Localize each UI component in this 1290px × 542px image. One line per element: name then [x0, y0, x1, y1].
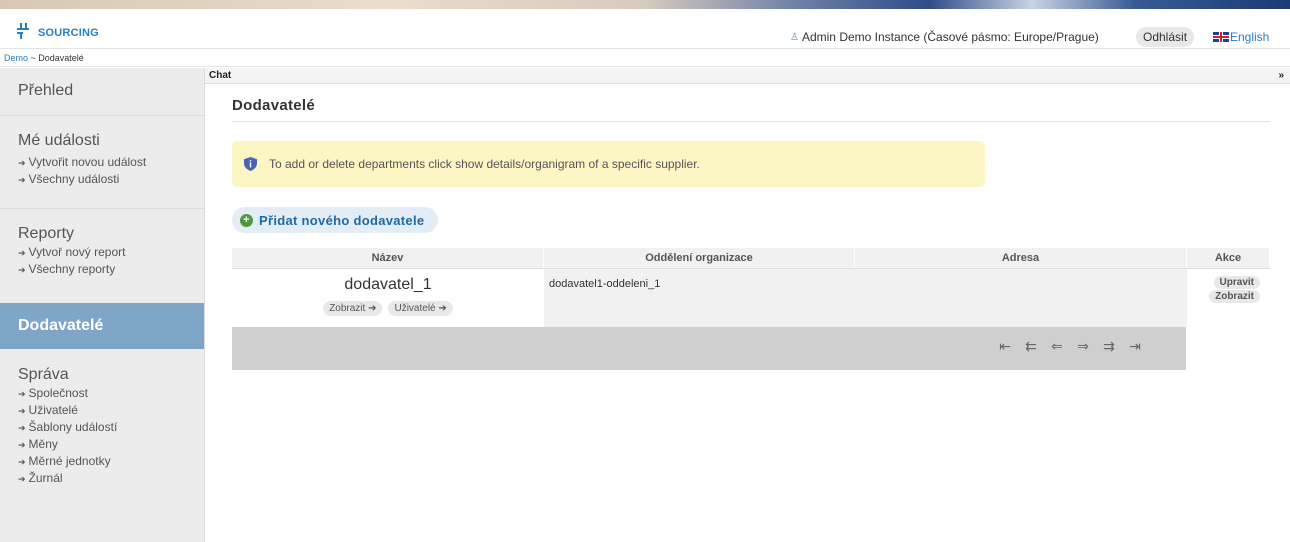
last-page-icon[interactable]: ⇥ [1122, 338, 1148, 355]
edit-button[interactable]: Upravit [1213, 276, 1260, 289]
uk-flag-icon [1213, 32, 1229, 42]
logo-text: SOURCING [38, 27, 99, 39]
arrow-right-icon: ➔ [18, 158, 26, 168]
sidebar-item-company[interactable]: ➔ Společnost [18, 386, 186, 400]
supplier-users-button[interactable]: Uživatelé ➔ [388, 301, 453, 316]
info-message: To add or delete departments click show … [232, 141, 985, 187]
arrow-right-icon: ➔ [18, 423, 26, 433]
user-info: ♙ Admin Demo Instance (Časové pásmo: Eur… [790, 30, 1099, 44]
logo[interactable]: SOURCING [17, 23, 99, 39]
sidebar-item-event-templates[interactable]: ➔ Šablony událostí [18, 420, 186, 434]
arrow-right-icon: ➔ [18, 406, 26, 416]
sidebar-item-all-events[interactable]: ➔ Všechny události [18, 172, 186, 186]
fast-next-icon[interactable]: ⇉ [1096, 338, 1122, 355]
sidebar-section-reports[interactable]: Reporty [18, 225, 186, 243]
page-title: Dodavatelé [232, 97, 316, 114]
sidebar-section-admin[interactable]: Správa [18, 366, 186, 384]
column-header-name[interactable]: Název [232, 248, 544, 268]
suppliers-table: Název Oddělení organizace Adresa Akce do… [232, 248, 1270, 370]
sidebar-item-new-report[interactable]: ➔ Vytvoř nový report [18, 245, 186, 259]
info-message-text: To add or delete departments click show … [269, 157, 700, 171]
cell-department: dodavatel1-oddeleni_1 [544, 269, 855, 327]
supplier-name: dodavatel_1 [344, 276, 432, 293]
breadcrumb-current: Dodavatelé [38, 53, 84, 63]
chat-bar[interactable]: Chat » [205, 68, 1290, 84]
chat-label: Chat [209, 70, 232, 81]
sidebar-item-journal[interactable]: ➔ Žurnál [18, 471, 186, 485]
column-header-actions: Akce [1187, 248, 1270, 268]
prev-page-icon[interactable]: ⇐ [1044, 338, 1070, 355]
shield-icon [244, 157, 257, 171]
top-banner [0, 0, 1290, 9]
arrow-right-icon: ➔ [18, 175, 26, 185]
add-supplier-button[interactable]: + Přidat nového dodavatele [232, 207, 439, 233]
table-header: Název Oddělení organizace Adresa Akce [232, 248, 1270, 269]
language-switch[interactable]: English [1213, 30, 1269, 44]
arrow-right-icon: ➔ [18, 440, 26, 450]
first-page-icon[interactable]: ⇤ [992, 338, 1018, 355]
title-divider [232, 121, 1270, 122]
cell-address [855, 269, 1187, 327]
arrow-right-icon: ➔ [18, 457, 26, 467]
logo-icon [17, 23, 37, 39]
header: SOURCING ♙ Admin Demo Instance (Časové p… [0, 9, 1290, 49]
arrow-right-icon: ➔ [18, 389, 26, 399]
plus-icon: + [240, 213, 253, 227]
next-page-icon[interactable]: ⇒ [1070, 338, 1096, 355]
pager: ⇤ ⇇ ⇐ ⇒ ⇉ ⇥ [232, 327, 1186, 370]
arrow-right-icon: ➔ [438, 303, 447, 314]
arrow-right-icon: ➔ [18, 248, 26, 258]
sidebar-item-new-event[interactable]: ➔ Vytvořit novou událost [18, 155, 186, 169]
sidebar-item-overview[interactable]: Přehled [18, 82, 186, 100]
fast-prev-icon[interactable]: ⇇ [1018, 338, 1044, 355]
show-supplier-button[interactable]: Zobrazit ➔ [323, 301, 383, 316]
language-label: English [1230, 30, 1270, 44]
sidebar-item-units[interactable]: ➔ Měrné jednotky [18, 454, 186, 468]
chat-toggle-button[interactable]: » [1278, 70, 1284, 81]
cell-actions: Upravit Zobrazit [1187, 269, 1270, 327]
arrow-right-icon: ➔ [368, 303, 377, 314]
sidebar: Přehled Mé události ➔ Vytvořit novou udál… [0, 68, 205, 542]
breadcrumb-separator: ~ [28, 53, 39, 63]
sidebar-item-users[interactable]: ➔ Uživatelé [18, 403, 186, 417]
sidebar-item-currencies[interactable]: ➔ Měny [18, 437, 186, 451]
sidebar-section-events[interactable]: Mé události [18, 132, 186, 150]
add-supplier-label: Přidat nového dodavatele [259, 212, 425, 228]
table-row: dodavatel_1 Zobrazit ➔ Uživatelé ➔ dodav… [232, 269, 1270, 327]
sidebar-item-all-reports[interactable]: ➔ Všechny reporty [18, 262, 186, 276]
cell-name: dodavatel_1 Zobrazit ➔ Uživatelé ➔ [232, 269, 544, 327]
arrow-right-icon: ➔ [18, 474, 26, 484]
column-header-address[interactable]: Adresa [855, 248, 1187, 268]
arrow-right-icon: ➔ [18, 265, 26, 275]
sidebar-item-suppliers[interactable]: Dodavatelé [0, 303, 204, 349]
breadcrumb: Demo ~ Dodavatelé [0, 50, 1290, 67]
logout-button[interactable]: Odhlásit [1136, 27, 1195, 47]
column-header-department[interactable]: Oddělení organizace [544, 248, 855, 268]
user-icon: ♙ [790, 31, 799, 43]
user-info-text: Admin Demo Instance (Časové pásmo: Europ… [801, 30, 1099, 44]
view-button[interactable]: Zobrazit [1209, 290, 1260, 303]
breadcrumb-link-demo[interactable]: Demo [4, 53, 28, 63]
